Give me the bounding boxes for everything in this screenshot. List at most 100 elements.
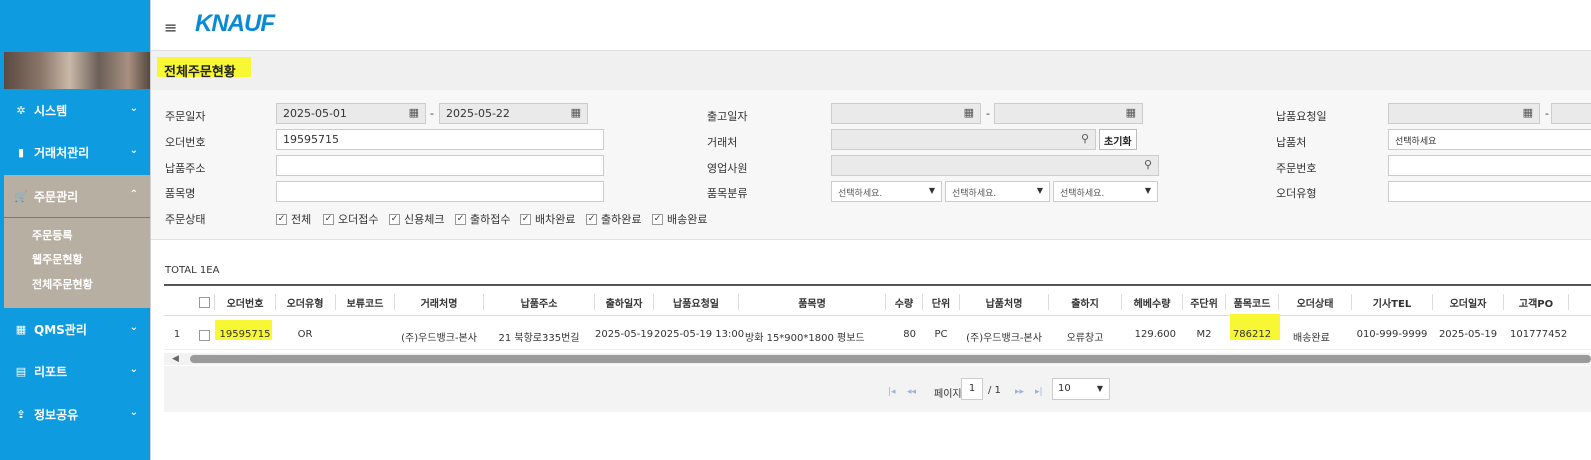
col-header-qty[interactable]: 수량 bbox=[886, 295, 922, 310]
select-all-checkbox[interactable] bbox=[199, 297, 210, 308]
col-header-order-no[interactable]: 오더번호 bbox=[216, 295, 274, 310]
sidebar-item-label: 시스템 bbox=[34, 103, 68, 118]
req-date-to-input[interactable] bbox=[1551, 103, 1591, 124]
status-checkbox-received[interactable]: ✓ 오더접수 bbox=[323, 211, 378, 227]
page-label: 페이지 bbox=[934, 389, 962, 400]
item-class-select-2[interactable]: 선택하세요. ▼ bbox=[945, 181, 1050, 202]
scrollbar-thumb[interactable] bbox=[190, 355, 1591, 363]
file-icon: ▤ bbox=[15, 364, 27, 378]
order-no-input[interactable]: 19595715 bbox=[276, 129, 604, 150]
delivery-address-input[interactable] bbox=[276, 155, 604, 176]
col-header-main-unit[interactable]: 주단위 bbox=[1183, 295, 1225, 310]
status-checkbox-shipped[interactable]: ✓ 출하완료 bbox=[586, 211, 641, 227]
order-date-from-value: 2025-05-01 bbox=[283, 107, 347, 120]
item-class-select-1[interactable]: 선택하세요. ▼ bbox=[831, 181, 942, 202]
col-header-origin[interactable]: 출하지 bbox=[1049, 295, 1121, 310]
col-header-status[interactable]: 오더상태 bbox=[1279, 295, 1351, 310]
ship-date-from-input[interactable]: ▦ bbox=[831, 103, 981, 124]
checkbox-checked-icon: ✓ bbox=[520, 213, 531, 225]
delivery-to-select[interactable]: 선택하세요 bbox=[1388, 129, 1591, 150]
share-icon: ⇪ bbox=[16, 407, 26, 421]
calendar-icon[interactable]: ▦ bbox=[409, 106, 419, 119]
next-page-icon[interactable]: ▸▸ bbox=[1015, 387, 1024, 397]
submenu-all-orders[interactable]: 전체주문현황 bbox=[32, 276, 93, 292]
delivery-to-label: 납품처 bbox=[1276, 136, 1307, 149]
sidebar-item-orders[interactable]: 🛒 주문관리 ⌃ bbox=[4, 175, 150, 217]
order-date-from-input[interactable]: 2025-05-01 ▦ bbox=[276, 103, 426, 124]
order-status-label: 주문상태 bbox=[165, 213, 206, 226]
col-header-delivery-to[interactable]: 납품처명 bbox=[960, 295, 1048, 310]
cell-order-date: 2025-05-19 bbox=[1438, 329, 1498, 340]
page-title: 전체주문현황 bbox=[164, 65, 236, 80]
page-size-value: 10 bbox=[1058, 383, 1071, 394]
status-checkbox-delivered[interactable]: ✓ 배송완료 bbox=[652, 211, 707, 227]
order-no-label: 오더번호 bbox=[165, 136, 206, 149]
pagination: |◂ ◂◂ 페이지 1 / 1 ▸▸ ▸| 10 ▼ bbox=[164, 366, 1591, 412]
req-date-from-input[interactable]: ▦ bbox=[1388, 103, 1540, 124]
calendar-icon[interactable]: ▦ bbox=[1126, 106, 1136, 119]
col-header-driver-tel[interactable]: 기사TEL bbox=[1352, 295, 1432, 310]
cell-status: 배송완료 bbox=[1293, 333, 1330, 344]
scroll-left-arrow-icon[interactable]: ◀ bbox=[172, 354, 179, 364]
page-number-input[interactable]: 1 bbox=[961, 378, 983, 400]
page-size-select[interactable]: 10 ▼ bbox=[1052, 378, 1110, 400]
sidebar-item-reports[interactable]: ▤ 리포트 ⌄ bbox=[4, 350, 150, 392]
col-header-customer[interactable]: 거래처명 bbox=[395, 295, 483, 310]
col-header-item-code[interactable]: 품목코드 bbox=[1226, 295, 1278, 310]
last-page-icon[interactable]: ▸| bbox=[1035, 387, 1043, 397]
order-number-input[interactable] bbox=[1388, 155, 1591, 176]
search-icon[interactable]: ⚲ bbox=[1144, 158, 1152, 171]
row-checkbox[interactable] bbox=[199, 330, 210, 341]
order-date-to-input[interactable]: 2025-05-22 ▦ bbox=[439, 103, 588, 124]
status-checkbox-all[interactable]: ✓ 전체 bbox=[276, 211, 311, 227]
col-header-address[interactable]: 납품주소 bbox=[484, 295, 594, 310]
col-header-req-date[interactable]: 납품요청일 bbox=[654, 295, 738, 310]
sidebar-item-info-share[interactable]: ⇪ 정보공유 ⌄ bbox=[4, 393, 150, 435]
sidebar-item-system[interactable]: ✲ 시스템 ⌄ bbox=[4, 89, 150, 131]
sidebar-item-label: 거래처관리 bbox=[34, 145, 90, 160]
chevron-down-icon: ⌄ bbox=[129, 407, 138, 418]
checkbox-checked-icon: ✓ bbox=[455, 213, 466, 225]
table-row[interactable]: 1 19595715 OR (주)우드뱅크-본사 21 북항로335번길 202… bbox=[164, 314, 1591, 350]
checkbox-checked-icon: ✓ bbox=[652, 213, 663, 225]
reset-button[interactable]: 초기화 bbox=[1099, 129, 1137, 150]
col-header-unit[interactable]: 단위 bbox=[923, 295, 959, 310]
status-checkbox-credit[interactable]: ✓ 신용체크 bbox=[389, 211, 444, 227]
item-name-input[interactable] bbox=[276, 181, 604, 202]
col-header-item[interactable]: 품목명 bbox=[739, 295, 885, 310]
cell-origin: 오류창고 bbox=[1066, 333, 1104, 344]
order-type-label: 오더유형 bbox=[1276, 187, 1317, 200]
col-header-ship-date[interactable]: 출하일자 bbox=[595, 295, 653, 310]
col-header-area-qty[interactable]: 헤베수량 bbox=[1122, 295, 1182, 310]
submenu-web-orders[interactable]: 웹주문현황 bbox=[32, 251, 83, 267]
calendar-icon[interactable]: ▦ bbox=[571, 106, 581, 119]
col-header-customer-po[interactable]: 고객PO bbox=[1504, 295, 1568, 310]
cell-customer-po: 10177745250 bbox=[1510, 329, 1568, 340]
col-header-hold-code[interactable]: 보류코드 bbox=[336, 295, 394, 310]
prev-page-icon[interactable]: ◂◂ bbox=[907, 387, 916, 397]
horizontal-scrollbar[interactable]: ◀ bbox=[164, 353, 1591, 365]
submenu-order-register[interactable]: 주문등록 bbox=[32, 227, 72, 243]
search-icon[interactable]: ⚲ bbox=[1081, 132, 1089, 145]
hamburger-menu-icon[interactable]: ≡ bbox=[164, 18, 177, 37]
first-page-icon[interactable]: |◂ bbox=[888, 387, 896, 397]
customer-input[interactable]: ⚲ bbox=[831, 129, 1096, 150]
item-class-select-3[interactable]: 선택하세요. ▼ bbox=[1053, 181, 1158, 202]
knauf-logo: KNAUF bbox=[195, 10, 275, 37]
ship-date-to-input[interactable]: ▦ bbox=[994, 103, 1143, 124]
cell-order-no[interactable]: 19595715 bbox=[216, 329, 274, 340]
calendar-icon[interactable]: ▦ bbox=[964, 106, 974, 119]
status-checkbox-dispatched[interactable]: ✓ 배차완료 bbox=[520, 211, 575, 227]
order-type-input[interactable] bbox=[1388, 181, 1591, 202]
sidebar-item-qms[interactable]: ▦ QMS관리 ⌄ bbox=[4, 308, 150, 350]
col-header-order-type[interactable]: 오더유형 bbox=[276, 295, 334, 310]
gear-icon: ✲ bbox=[16, 103, 26, 117]
total-count: TOTAL 1EA bbox=[165, 265, 220, 276]
sidebar-item-customers[interactable]: ▮ 거래처관리 ⌄ bbox=[4, 131, 150, 173]
status-checkbox-ship-received[interactable]: ✓ 출하접수 bbox=[455, 211, 510, 227]
sales-rep-input[interactable]: ⚲ bbox=[831, 155, 1159, 176]
col-header-order-date[interactable]: 오더일자 bbox=[1433, 295, 1503, 310]
column-separator bbox=[1568, 294, 1569, 310]
calendar-icon[interactable]: ▦ bbox=[1523, 106, 1533, 119]
sidebar-item-label: 정보공유 bbox=[34, 407, 79, 422]
